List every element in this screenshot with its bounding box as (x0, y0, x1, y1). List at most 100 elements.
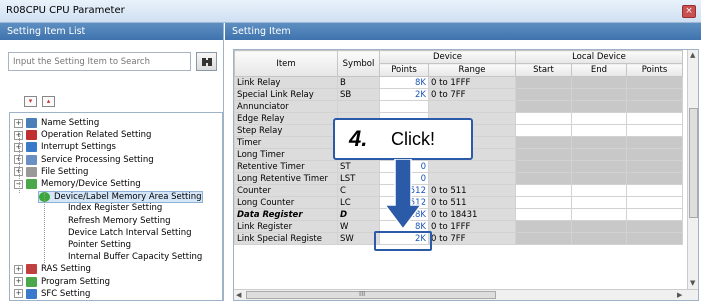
row-local-cell[interactable] (515, 100, 572, 113)
scroll-down-icon[interactable]: ▼ (690, 279, 695, 287)
row-range-cell: 0 to 511 (428, 196, 516, 209)
search-button[interactable] (196, 52, 217, 71)
table-row[interactable]: Annunciator (234, 100, 683, 113)
row-local-cell[interactable] (515, 148, 572, 161)
row-local-cell[interactable] (571, 208, 627, 221)
row-local-cell[interactable] (626, 112, 683, 125)
table-row[interactable]: Counter C 512 0 to 511 (234, 184, 683, 197)
table-row[interactable]: Data Register D 18K 0 to 18431 (234, 208, 683, 221)
tree-item[interactable]: + Program Setting (14, 276, 110, 289)
row-local-cell[interactable] (571, 232, 627, 245)
horizontal-scrollbar[interactable]: ◀ III ▶ (234, 289, 698, 300)
row-points-cell[interactable]: 2K (379, 88, 429, 101)
tree-item[interactable]: Index Register Setting (68, 203, 162, 215)
vertical-scrollbar[interactable]: ▲ ▼ (687, 50, 698, 290)
tree-item[interactable]: + Service Processing Setting (14, 154, 154, 167)
tree-item[interactable]: Device Latch Interval Setting (68, 228, 192, 240)
row-local-cell[interactable] (626, 76, 683, 89)
expand-icon[interactable]: + (14, 118, 23, 128)
tree-item[interactable]: Internal Buffer Capacity Setting (68, 252, 202, 264)
row-local-cell[interactable] (626, 100, 683, 113)
vertical-scroll-thumb[interactable] (689, 108, 698, 218)
row-local-cell[interactable] (515, 88, 572, 101)
scroll-up-icon[interactable]: ▲ (690, 51, 695, 59)
row-local-cell[interactable] (515, 232, 572, 245)
row-local-cell[interactable] (571, 88, 627, 101)
row-local-cell[interactable] (571, 160, 627, 173)
row-local-cell[interactable] (515, 124, 572, 137)
row-local-cell[interactable] (626, 136, 683, 149)
row-local-cell[interactable] (515, 184, 572, 197)
row-local-cell[interactable] (515, 76, 572, 89)
row-local-cell[interactable] (571, 196, 627, 209)
row-local-cell[interactable] (515, 208, 572, 221)
row-local-cell[interactable] (515, 196, 572, 209)
scroll-left-icon[interactable]: ◀ (236, 291, 241, 299)
row-local-cell[interactable] (626, 160, 683, 173)
row-local-cell[interactable] (571, 100, 627, 113)
row-local-cell[interactable] (626, 232, 683, 245)
tree-item-label: Memory/Device Setting (41, 179, 141, 189)
row-local-cell[interactable] (571, 172, 627, 185)
scroll-right-icon[interactable]: ▶ (677, 291, 682, 299)
row-local-cell[interactable] (515, 160, 572, 173)
row-item-cell: Annunciator (234, 100, 338, 113)
close-button[interactable]: × (682, 5, 696, 18)
expand-icon[interactable]: + (14, 289, 23, 299)
row-local-cell[interactable] (626, 208, 683, 221)
row-local-cell[interactable] (626, 184, 683, 197)
tree-item[interactable]: Pointer Setting (68, 240, 131, 252)
row-local-cell[interactable] (626, 172, 683, 185)
row-local-cell[interactable] (571, 112, 627, 125)
expand-icon[interactable]: + (14, 264, 23, 274)
row-local-cell[interactable] (571, 220, 627, 233)
tree-item[interactable]: Refresh Memory Setting (68, 216, 171, 228)
setting-item-list-pane: Setting Item List ▾▴ +Name Setting+Opera… (0, 23, 224, 301)
table-row[interactable]: Link Relay B 8K 0 to 1FFF (234, 76, 683, 89)
row-points-cell[interactable]: 8K (379, 76, 429, 89)
table-row[interactable]: Retentive Timer ST 0 (234, 160, 683, 173)
tree-item[interactable]: Device/Label Memory Area Setting (38, 191, 203, 204)
callout-text: Click! (391, 129, 435, 149)
row-local-cell[interactable] (515, 220, 572, 233)
tree-item[interactable]: − Memory/Device Setting (14, 179, 141, 191)
row-local-cell[interactable] (571, 124, 627, 137)
row-points-cell[interactable] (379, 100, 429, 113)
collapse-all-icon[interactable]: ▴ (42, 96, 55, 107)
tree-item[interactable]: + RAS Setting (14, 264, 91, 276)
table-row[interactable]: Long Counter LC 512 0 to 511 (234, 196, 683, 209)
table-row[interactable]: Long Retentive Timer LST 0 (234, 172, 683, 185)
row-local-cell[interactable] (626, 88, 683, 101)
expand-icon[interactable]: + (14, 277, 23, 287)
setting-icon (26, 118, 37, 128)
tree-item[interactable]: + Operation Related Setting (14, 130, 151, 142)
table-row[interactable]: Special Link Relay SB 2K 0 to 7FF (234, 88, 683, 101)
col-symbol: Symbol (337, 50, 380, 77)
tree-item[interactable]: + File Setting (14, 166, 89, 179)
close-icon: × (685, 6, 693, 16)
tree-item-label: File Setting (41, 166, 89, 177)
row-local-cell[interactable] (515, 112, 572, 125)
expand-all-icon[interactable]: ▾ (24, 96, 37, 107)
search-input[interactable] (8, 52, 191, 71)
row-local-cell[interactable] (515, 136, 572, 149)
horizontal-scroll-thumb[interactable]: III (246, 290, 496, 299)
row-local-cell[interactable] (571, 184, 627, 197)
row-local-cell[interactable] (571, 136, 627, 149)
row-local-cell[interactable] (626, 220, 683, 233)
tree-item[interactable]: + Name Setting (14, 118, 99, 130)
device-grid: Item Symbol Device Local Device Points R… (233, 49, 699, 301)
scroll-grip: III (359, 290, 366, 298)
col-points: Points (379, 63, 429, 77)
table-row[interactable]: Link Register W 8K 0 to 1FFF (234, 220, 683, 233)
row-local-cell[interactable] (571, 76, 627, 89)
row-local-cell[interactable] (571, 148, 627, 161)
row-local-cell[interactable] (626, 124, 683, 137)
table-row[interactable]: Link Special Registe SW 2K 0 to 7FF (234, 232, 683, 245)
tree-item[interactable]: + SFC Setting (14, 288, 90, 300)
tree-item-label: Refresh Memory Setting (68, 215, 171, 226)
tree-item[interactable]: + Interrupt Settings (14, 142, 116, 154)
row-local-cell[interactable] (626, 196, 683, 209)
row-local-cell[interactable] (515, 172, 572, 185)
row-local-cell[interactable] (626, 148, 683, 161)
